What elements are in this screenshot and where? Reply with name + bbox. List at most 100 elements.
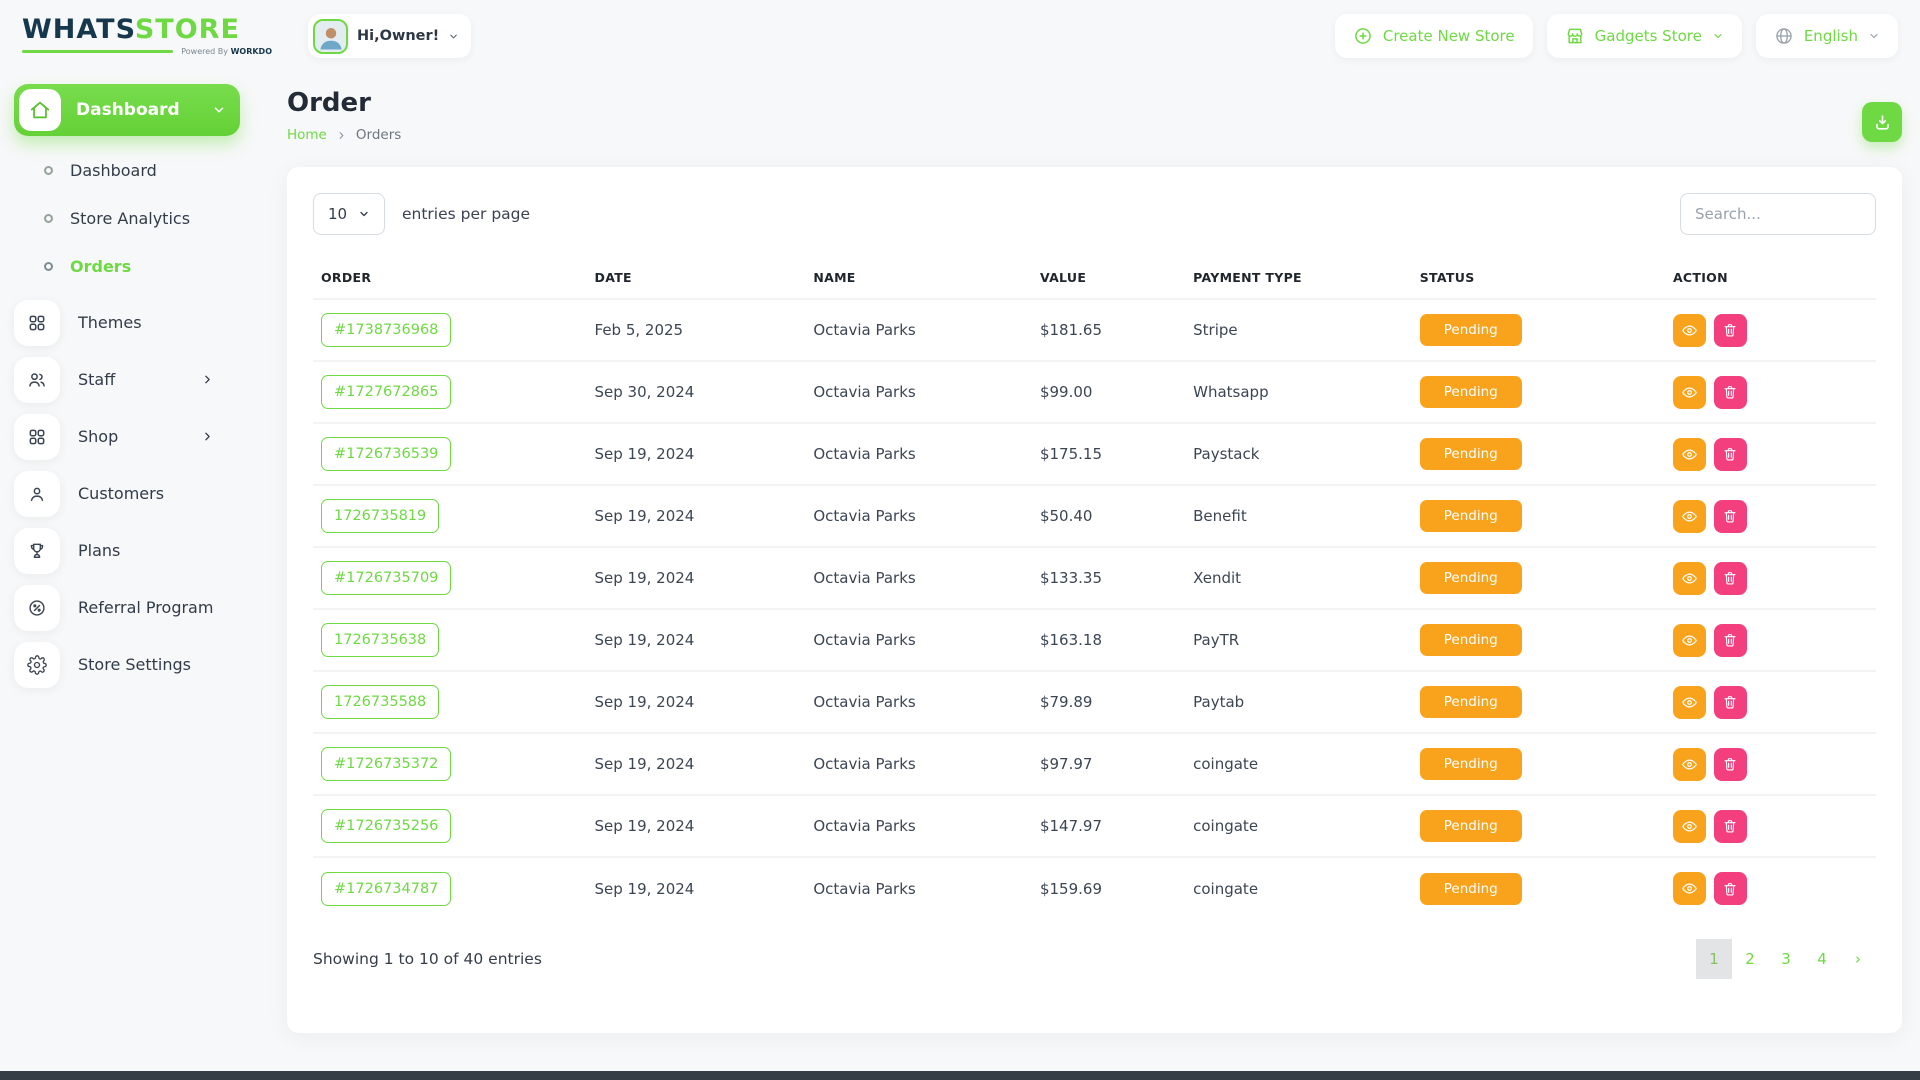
column-header-action[interactable]: ACTION [1665, 255, 1876, 299]
payment-type: Benefit [1185, 484, 1412, 547]
language-dropdown[interactable]: English [1755, 14, 1898, 58]
order-id-chip[interactable]: 1726735638 [321, 623, 440, 657]
showing-entries-label: Showing 1 to 10 of 40 entries [313, 950, 542, 968]
column-header-name[interactable]: NAME [805, 255, 1032, 299]
order-id-chip[interactable]: #1727672865 [321, 375, 452, 409]
create-new-store-button[interactable]: Create New Store [1334, 14, 1533, 58]
export-orders-button[interactable] [1862, 102, 1902, 142]
sort-icon [1390, 271, 1404, 285]
delete-order-button[interactable] [1713, 685, 1747, 719]
top-header: WHATSSTORE Powered By WORKDO Hi,Owner! C… [0, 0, 1920, 72]
view-order-button[interactable] [1672, 872, 1706, 905]
sidebar-item-staff[interactable]: Staff [14, 351, 240, 408]
status-badge: Pending [1419, 810, 1522, 842]
sidebar-item-orders[interactable]: Orders [44, 242, 240, 290]
store-selector-dropdown[interactable]: Gadgets Store [1546, 14, 1742, 58]
trash-icon [1724, 634, 1737, 647]
orders-card: 10 entries per page ORDER DATE NAME VALU… [287, 167, 1902, 1033]
delete-order-button[interactable] [1713, 437, 1747, 471]
delete-order-button[interactable] [1713, 499, 1747, 533]
chevron-down-icon [214, 107, 224, 113]
delete-order-button[interactable] [1713, 623, 1747, 657]
view-order-button[interactable] [1672, 375, 1706, 409]
view-order-button[interactable] [1672, 499, 1706, 533]
view-order-button[interactable] [1672, 809, 1706, 843]
column-header-date[interactable]: DATE [587, 255, 806, 299]
sidebar-item-plans[interactable]: Plans [14, 522, 240, 579]
column-header-status[interactable]: STATUS [1412, 255, 1665, 299]
page-button-4[interactable]: 4 [1804, 939, 1840, 979]
user-icon [14, 470, 60, 517]
view-order-button[interactable] [1672, 623, 1706, 657]
sidebar-item-label: Staff [78, 370, 116, 389]
page-button-3[interactable]: 3 [1768, 939, 1804, 979]
sidebar-item-store-analytics[interactable]: Store Analytics [44, 194, 240, 242]
user-menu[interactable]: Hi,Owner! [308, 14, 472, 58]
delete-order-button[interactable] [1713, 809, 1747, 843]
avatar-person-icon [319, 27, 342, 49]
order-value: $79.89 [1031, 670, 1186, 733]
next-page-button[interactable]: › [1840, 939, 1876, 979]
sidebar-item-store-settings[interactable]: Store Settings [14, 636, 240, 693]
eye-icon [1682, 387, 1697, 397]
sidebar-item-label: Shop [78, 427, 119, 446]
order-id-chip[interactable]: 1726735819 [321, 499, 440, 533]
sidebar-item-customers[interactable]: Customers [14, 465, 240, 522]
delete-order-button[interactable] [1713, 375, 1747, 409]
customer-name: Octavia Parks [805, 298, 1032, 361]
sidebar-item-themes[interactable]: Themes [14, 294, 240, 351]
order-id-chip[interactable]: #1726735372 [321, 747, 452, 781]
order-id-chip[interactable]: 1726735588 [321, 685, 440, 719]
sidebar-item-dashboard[interactable]: Dashboard [44, 146, 240, 194]
view-order-button[interactable] [1672, 747, 1706, 781]
view-order-button[interactable] [1672, 437, 1706, 471]
delete-order-button[interactable] [1713, 561, 1747, 595]
breadcrumb-home-link[interactable]: Home [287, 127, 327, 143]
sort-icon [1010, 271, 1024, 285]
customer-name: Octavia Parks [805, 546, 1032, 609]
bullet-icon [44, 165, 53, 175]
order-value: $147.97 [1031, 794, 1186, 857]
order-id-chip[interactable]: #1726734787 [321, 871, 452, 906]
delete-order-button[interactable] [1713, 747, 1747, 781]
customer-name: Octavia Parks [805, 422, 1032, 485]
globe-icon [1776, 28, 1792, 44]
status-badge: Pending [1419, 624, 1522, 656]
column-header-order[interactable]: ORDER [313, 255, 587, 299]
order-value: $50.40 [1031, 484, 1186, 547]
sidebar-item-dashboard-group[interactable]: Dashboard [14, 84, 240, 136]
main-content: Order Home Orders 10 entries per page Se… [287, 88, 1902, 1033]
order-id-chip[interactable]: #1726736539 [321, 437, 452, 471]
chevron-down-icon [360, 211, 368, 217]
customer-name: Octavia Parks [805, 732, 1032, 795]
entries-per-page-select[interactable]: 10 [313, 193, 385, 235]
sidebar-item-shop[interactable]: Shop [14, 408, 240, 465]
pagination: 1 2 3 4 › [1696, 939, 1876, 979]
page-button-2[interactable]: 2 [1732, 939, 1768, 979]
store-selector-label: Gadgets Store [1594, 27, 1702, 45]
delete-order-button[interactable] [1713, 313, 1747, 347]
trash-icon [1724, 324, 1737, 337]
order-id-chip[interactable]: #1738736968 [321, 313, 452, 347]
plus-circle-icon [1355, 28, 1371, 44]
order-id-chip[interactable]: #1726735709 [321, 561, 452, 595]
table-row: #1726735372 Sep 19, 2024 Octavia Parks $… [313, 732, 1876, 795]
bottom-bar [0, 1071, 1920, 1080]
trash-icon [1724, 820, 1737, 833]
order-date: Sep 19, 2024 [586, 608, 806, 671]
chevron-right-icon [205, 432, 210, 441]
order-id-chip[interactable]: #1726735256 [321, 809, 452, 843]
search-input[interactable] [1680, 193, 1876, 235]
column-header-payment-type[interactable]: PAYMENT TYPE [1185, 255, 1412, 299]
page-button-1[interactable]: 1 [1696, 939, 1732, 979]
eye-icon [1682, 821, 1697, 831]
delete-order-button[interactable] [1713, 872, 1747, 905]
bullet-icon [44, 213, 53, 223]
view-order-button[interactable] [1672, 685, 1706, 719]
column-header-value[interactable]: VALUE [1032, 255, 1185, 299]
payment-type: Xendit [1185, 546, 1412, 609]
payment-type: PayTR [1185, 608, 1412, 671]
view-order-button[interactable] [1672, 561, 1706, 595]
view-order-button[interactable] [1672, 313, 1706, 347]
sidebar-item-referral-program[interactable]: Referral Program [14, 579, 240, 636]
